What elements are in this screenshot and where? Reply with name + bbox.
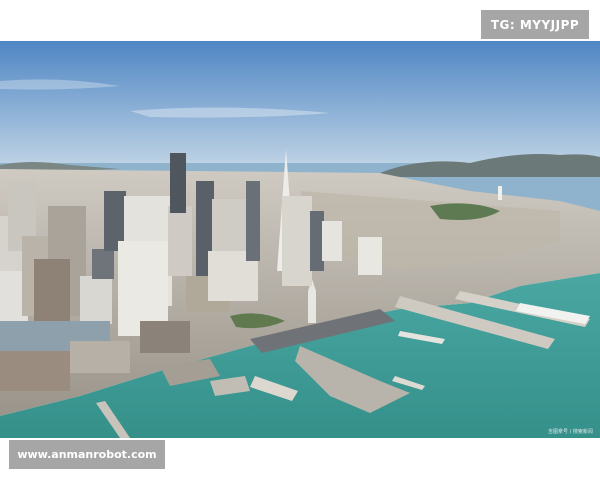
low-building <box>70 341 130 373</box>
coit-tower <box>498 186 502 200</box>
skyscraper <box>170 153 186 213</box>
watermark-top-label: TG: MYYJJPP <box>481 10 589 39</box>
skyscraper <box>246 181 260 261</box>
low-building <box>0 351 70 391</box>
skyscraper <box>92 249 114 279</box>
skyscraper <box>358 237 382 275</box>
skyscraper <box>168 206 192 276</box>
skyscraper <box>310 211 324 271</box>
city-skyline-illustration <box>0 41 600 438</box>
photo-credit-text: 吉图拿号 / 搜索新闻 <box>548 429 593 435</box>
ferry-tower <box>308 291 316 323</box>
sky <box>0 41 600 171</box>
skyscraper <box>282 196 312 286</box>
skyscraper <box>322 221 342 261</box>
watermark-bottom-label: www.anmanrobot.com <box>9 440 165 469</box>
skyscraper <box>34 259 70 321</box>
skyscraper <box>80 276 112 324</box>
low-building <box>140 321 190 353</box>
aerial-city-photo <box>0 41 600 438</box>
